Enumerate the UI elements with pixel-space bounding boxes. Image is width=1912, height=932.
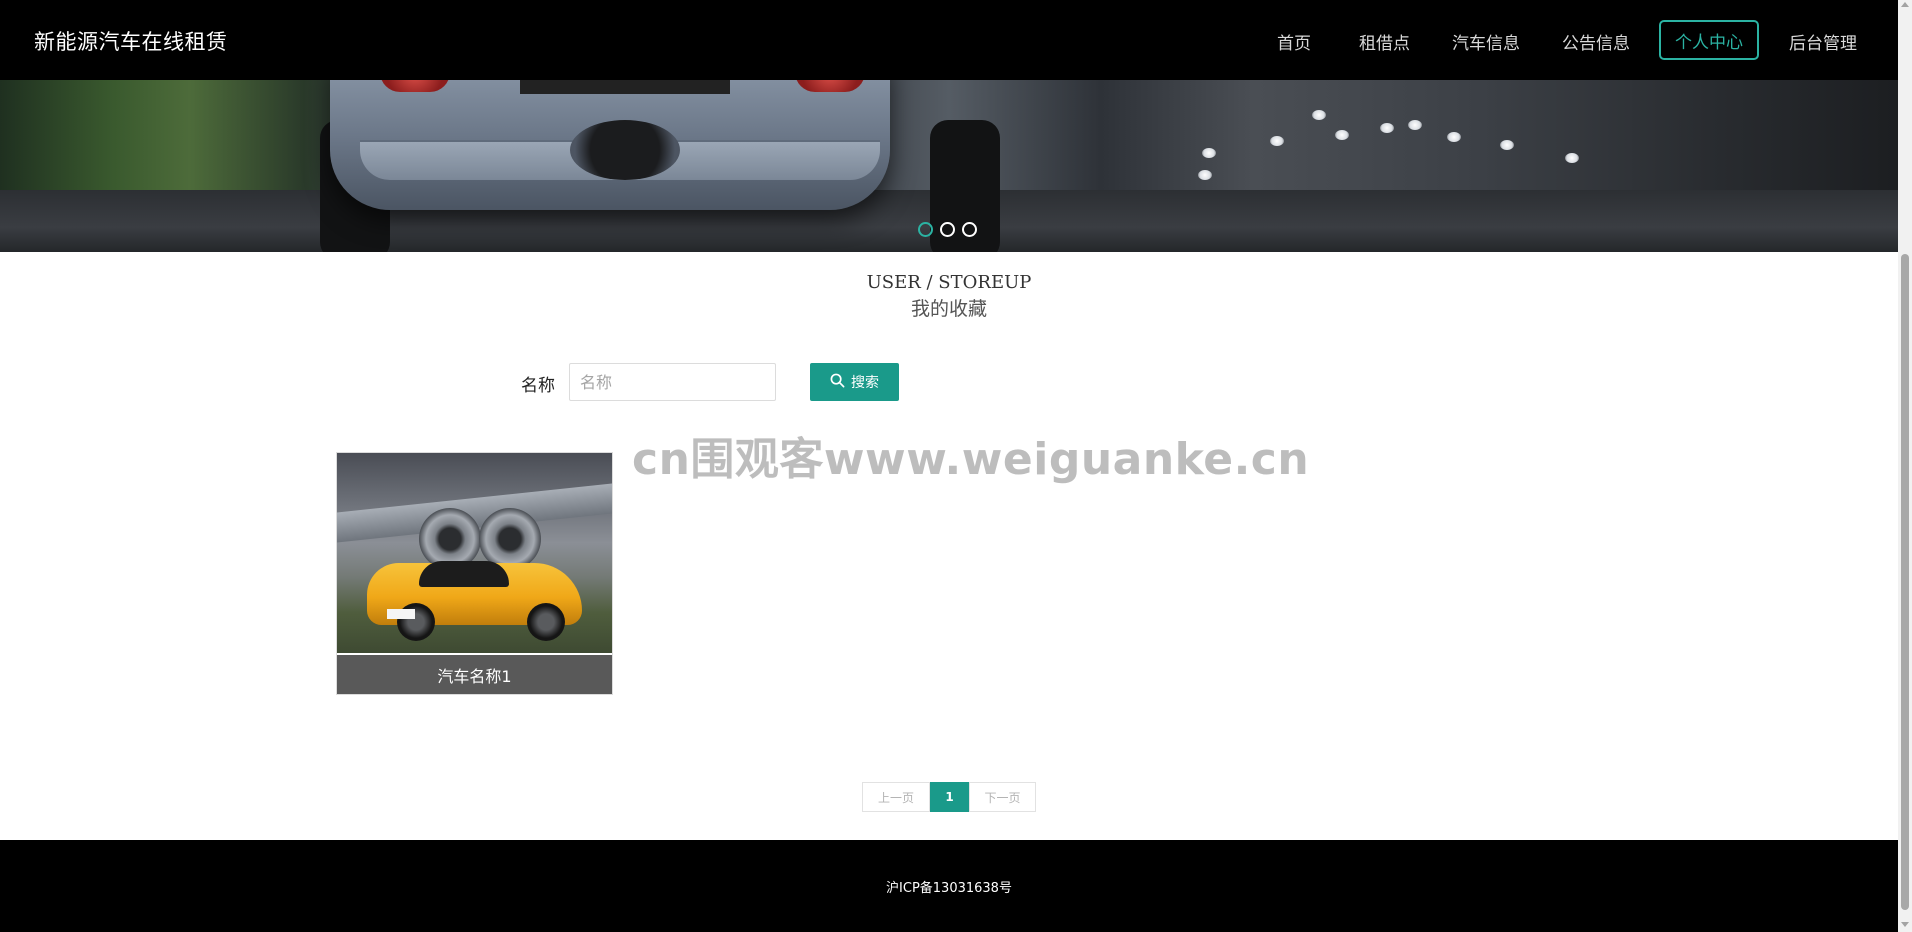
watermark-text: cn围观客www.weiguanke.cn: [632, 434, 1310, 485]
icp-license-text: 沪ICP备13031638号: [886, 881, 1012, 896]
favorite-card[interactable]: 汽车名称1: [336, 452, 613, 695]
search-button[interactable]: 搜索: [810, 363, 899, 401]
section-title-cn: 我的收藏: [910, 298, 987, 320]
page-number-current[interactable]: 1: [930, 782, 969, 812]
next-page-button[interactable]: 下一页: [969, 782, 1036, 812]
nav-rental-points[interactable]: 租借点: [1359, 29, 1410, 54]
nav-admin[interactable]: 后台管理: [1789, 29, 1857, 54]
nav-personal-center[interactable]: 个人中心: [1659, 20, 1759, 60]
carousel-dot-1[interactable]: [918, 222, 933, 237]
section-title-en: USER / STOREUP: [866, 272, 1032, 293]
prev-page-button[interactable]: 上一页: [862, 782, 930, 812]
car-image: [337, 453, 612, 653]
search-button-label: 搜索: [851, 375, 879, 391]
carousel-indicators: [918, 222, 977, 237]
car-name-label: 汽车名称1: [337, 655, 612, 694]
scroll-down-arrow-icon[interactable]: [1901, 922, 1909, 927]
nav-car-info[interactable]: 汽车信息: [1452, 29, 1520, 54]
scroll-up-arrow-icon[interactable]: [1901, 2, 1909, 7]
search-label: 名称: [521, 376, 555, 396]
search-icon: [830, 373, 845, 392]
pagination: 上一页 1 下一页: [862, 782, 1036, 812]
carousel-dot-3[interactable]: [962, 222, 977, 237]
top-navbar: 新能源汽车在线租赁 首页 租借点 汽车信息 公告信息 个人中心 后台管理: [0, 0, 1898, 80]
nav-announcements[interactable]: 公告信息: [1562, 29, 1630, 54]
name-search-input[interactable]: [569, 363, 776, 401]
nav-home[interactable]: 首页: [1277, 29, 1311, 54]
scrollbar-thumb[interactable]: [1901, 254, 1909, 910]
site-brand[interactable]: 新能源汽车在线租赁: [34, 26, 228, 56]
carousel-dot-2[interactable]: [940, 222, 955, 237]
